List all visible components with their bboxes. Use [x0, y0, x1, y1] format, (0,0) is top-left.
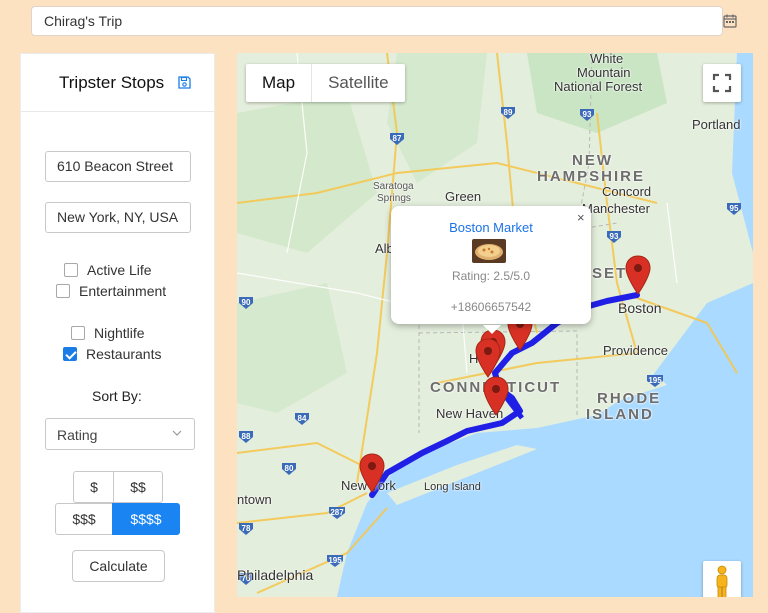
map-label-rhode: RHODE [597, 390, 662, 407]
svg-text:89: 89 [504, 108, 513, 117]
svg-text:78: 78 [242, 524, 251, 533]
new-york-pin[interactable] [359, 453, 385, 493]
map-label-allentown: ntown [237, 492, 272, 507]
svg-text:80: 80 [285, 464, 294, 473]
nightlife-checkbox[interactable] [71, 326, 85, 340]
category-label: Nightlife [94, 325, 145, 341]
map-label-mountain: Mountain [577, 65, 631, 80]
category-label: Restaurants [86, 346, 162, 362]
map-label-new: NEW [572, 152, 613, 169]
svg-text:195: 195 [328, 556, 342, 565]
map-label-providence: Providence [603, 343, 669, 358]
place-photo [472, 239, 506, 263]
restaurants-checkbox[interactable] [63, 347, 77, 361]
category-active-life[interactable]: Active Life [64, 262, 152, 278]
category-label: Active Life [87, 262, 152, 278]
map-label-green: Green [445, 189, 482, 204]
map-type-control: Map Satellite [246, 64, 405, 102]
map-label-boston: Boston [618, 300, 662, 316]
hartford-pin[interactable] [475, 338, 501, 378]
category-nightlife[interactable]: Nightlife [71, 325, 145, 341]
start-address-field[interactable] [45, 151, 195, 182]
place-name-link[interactable]: Boston Market [391, 220, 591, 235]
svg-text:95: 95 [730, 204, 739, 213]
map-view[interactable]: 89 87 93 95 90 84 88 80 78 287 195 195 9… [237, 53, 753, 597]
price-3-button[interactable]: $$$ [55, 503, 113, 535]
calendar-icon[interactable] [723, 14, 737, 28]
street-view-button[interactable] [703, 561, 741, 597]
svg-text:93: 93 [610, 232, 619, 241]
map-label-philadelphia: Philadelphia [237, 567, 314, 583]
map-label-concord: Concord [602, 184, 652, 199]
map-label-hampshire: HAMPSHIRE [537, 168, 646, 185]
trip-name-field[interactable] [31, 6, 723, 36]
stops-panel: Tripster Stops Active Life Entertainment… [20, 53, 215, 613]
fullscreen-icon [712, 73, 732, 93]
svg-text:195: 195 [648, 376, 662, 385]
map-label-portland: Portland [692, 117, 741, 132]
save-icon[interactable] [178, 76, 191, 89]
price-1-button[interactable]: $ [73, 471, 115, 503]
svg-text:287: 287 [330, 508, 344, 517]
category-entertainment[interactable]: Entertainment [56, 283, 166, 299]
map-type-satellite-button[interactable]: Satellite [312, 64, 404, 102]
fullscreen-button[interactable] [703, 64, 741, 102]
map-label-manchester: Manchester [582, 201, 650, 216]
end-address-input[interactable] [46, 203, 195, 231]
map-label-springs: Springs [377, 193, 411, 204]
active-life-checkbox[interactable] [64, 263, 78, 277]
boston-pin[interactable] [625, 255, 651, 295]
place-info-window: × Boston Market Rating: 2.5/5.0 +1860665… [391, 206, 591, 334]
entertainment-checkbox[interactable] [56, 284, 70, 298]
chevron-down-icon [172, 430, 182, 436]
trip-name-input[interactable] [32, 7, 656, 35]
svg-text:90: 90 [242, 298, 251, 307]
svg-text:88: 88 [242, 432, 251, 441]
sort-value: Rating [57, 427, 98, 443]
map-label-saratoga: Saratoga [373, 181, 414, 192]
start-address-input[interactable] [46, 152, 195, 180]
price-2-button[interactable]: $$ [113, 471, 163, 503]
pegman-icon [716, 565, 728, 597]
place-phone: +18606657542 [450, 300, 532, 314]
new-haven-pin[interactable] [483, 376, 509, 416]
category-restaurants[interactable]: Restaurants [63, 346, 161, 362]
map-label-national-forest: National Forest [554, 79, 643, 94]
panel-title: Tripster Stops [59, 73, 165, 92]
price-4-button[interactable]: $$$$ [112, 503, 180, 535]
map-label-island: ISLAND [586, 406, 654, 423]
category-label: Entertainment [79, 283, 167, 299]
sort-label: Sort By: [92, 388, 142, 404]
map-type-map-button[interactable]: Map [246, 64, 313, 102]
calculate-button[interactable]: Calculate [72, 550, 165, 582]
svg-text:93: 93 [583, 110, 592, 119]
end-address-field[interactable] [45, 202, 195, 233]
place-rating: Rating: 2.5/5.0 [451, 269, 531, 283]
sort-select[interactable]: Rating [45, 418, 195, 450]
svg-text:84: 84 [298, 414, 307, 423]
panel-header: Tripster Stops [21, 54, 214, 112]
svg-text:87: 87 [393, 134, 402, 143]
map-label-long-island: Long Island [424, 481, 481, 493]
